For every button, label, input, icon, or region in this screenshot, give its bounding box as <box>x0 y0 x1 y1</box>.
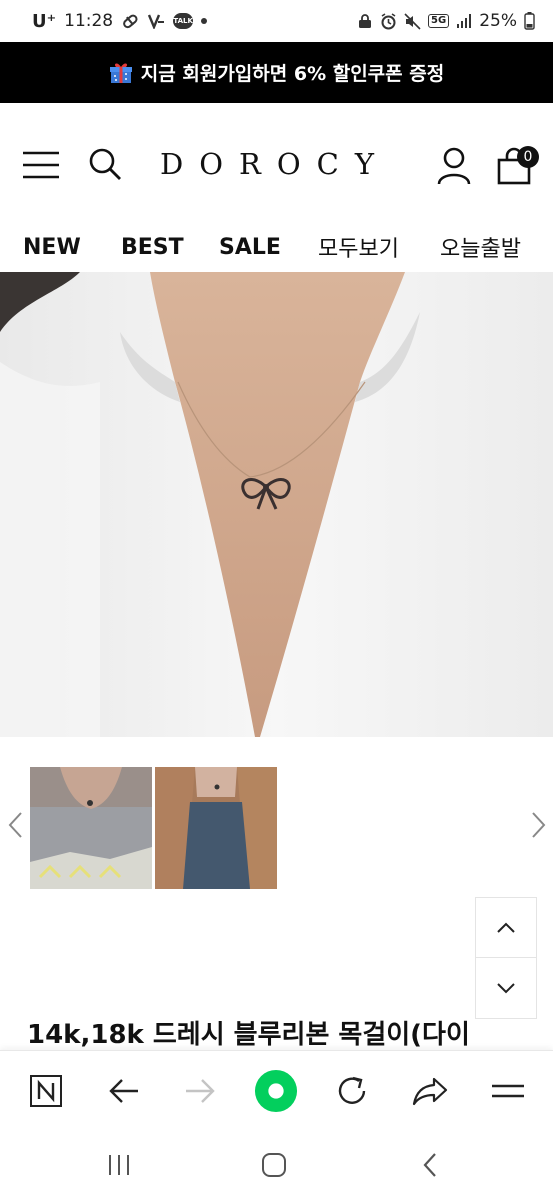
home-button[interactable] <box>254 1069 298 1113</box>
user-icon <box>437 147 471 185</box>
mute-icon <box>404 12 421 30</box>
system-back-button[interactable] <box>410 1148 450 1182</box>
scroll-to-top-button[interactable] <box>476 898 536 958</box>
refresh-button[interactable] <box>330 1069 374 1113</box>
alarm-icon <box>380 12 397 30</box>
system-home-button[interactable] <box>254 1148 294 1182</box>
scroll-to-bottom-button[interactable] <box>476 958 536 1018</box>
chevron-right-icon <box>532 812 546 838</box>
forward-button[interactable] <box>178 1069 222 1113</box>
status-bar-right: 5G 25% <box>357 11 535 31</box>
thumbnail-1[interactable] <box>30 767 152 889</box>
menu-button[interactable] <box>22 150 60 180</box>
site-logo[interactable]: DOROCY <box>160 147 390 181</box>
menu-lines-icon <box>492 1084 524 1098</box>
browser-toolbar <box>0 1050 553 1130</box>
gift-icon <box>109 61 133 85</box>
naver-button[interactable] <box>24 1069 68 1113</box>
scroll-controls <box>475 897 537 1019</box>
nav-item-best[interactable]: BEST <box>121 235 184 260</box>
chevron-left-icon <box>8 812 22 838</box>
naver-n-icon <box>30 1075 62 1107</box>
status-bar: U⁺ 11:28 TALK 5G 25% <box>0 0 553 42</box>
promo-banner[interactable]: 지금 회원가입하면 6% 할인쿠폰 증정 <box>0 42 553 103</box>
pill-icon <box>121 12 139 30</box>
thumbnail-photo-blue-top <box>155 767 277 889</box>
thumbnail-photo-gray-top <box>30 767 152 889</box>
search-icon <box>89 148 121 180</box>
more-menu-button[interactable] <box>486 1069 530 1113</box>
more-notifications-icon <box>201 18 208 24</box>
home-square-icon <box>262 1153 286 1177</box>
nav-item-new[interactable]: NEW <box>23 235 81 260</box>
thumbnail-gallery <box>0 760 553 895</box>
status-bar-left: U⁺ 11:28 TALK <box>32 10 208 32</box>
site-header: DOROCY 0 <box>0 103 553 223</box>
gallery-prev-button[interactable] <box>6 810 26 840</box>
arrow-left-icon <box>109 1079 138 1103</box>
thumbnail-2[interactable] <box>155 767 277 889</box>
hamburger-icon <box>23 151 59 179</box>
category-nav: NEW BEST SALE 모두보기 오늘출발 <box>0 223 553 271</box>
necklace-photo <box>0 272 553 737</box>
cart-count-badge: 0 <box>517 146 539 168</box>
chevron-down-icon <box>497 983 515 994</box>
system-navigation-bar <box>0 1130 553 1200</box>
kakaotalk-icon: TALK <box>173 13 194 29</box>
lock-icon <box>357 13 373 29</box>
arrow-right-icon <box>186 1079 215 1103</box>
vpn-icon <box>147 13 165 29</box>
share-icon <box>412 1077 448 1106</box>
account-button[interactable] <box>436 147 472 185</box>
battery-percent: 25% <box>479 11 517 31</box>
share-button[interactable] <box>408 1069 452 1113</box>
nav-item-sale[interactable]: SALE <box>219 235 281 260</box>
refresh-icon <box>338 1076 366 1104</box>
carrier-label: U⁺ <box>32 10 57 32</box>
chevron-up-icon <box>497 922 515 933</box>
battery-icon <box>524 12 535 30</box>
back-chevron-icon <box>423 1153 436 1177</box>
green-dot-icon <box>254 1069 298 1113</box>
gallery-next-button[interactable] <box>528 810 548 840</box>
nav-item-today-shipping[interactable]: 오늘출발 <box>440 231 521 263</box>
recent-apps-button[interactable] <box>99 1148 139 1182</box>
promo-text: 지금 회원가입하면 6% 할인쿠폰 증정 <box>140 63 445 85</box>
product-title: 14k,18k 드레시 블루리본 목걸이(다이 <box>27 1020 470 1050</box>
product-main-image[interactable] <box>0 272 553 737</box>
cart-button[interactable]: 0 <box>497 146 539 187</box>
back-button[interactable] <box>102 1069 146 1113</box>
nav-item-all[interactable]: 모두보기 <box>318 231 399 263</box>
search-button[interactable] <box>88 147 122 181</box>
signal-icon <box>456 13 472 29</box>
recent-apps-icon <box>109 1155 129 1175</box>
clock: 11:28 <box>64 11 114 31</box>
5g-icon: 5G <box>428 14 450 28</box>
